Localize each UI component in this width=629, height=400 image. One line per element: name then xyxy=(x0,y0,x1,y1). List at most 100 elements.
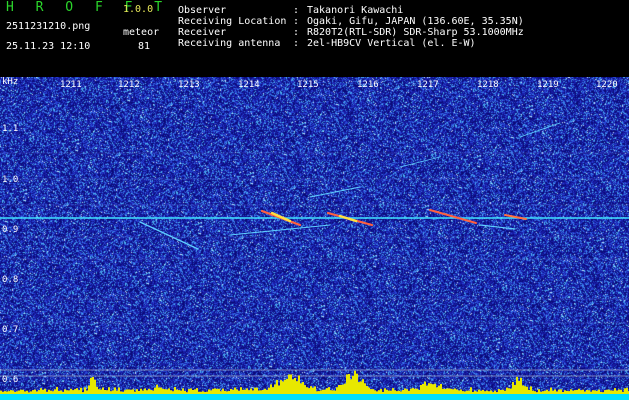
activity-bar xyxy=(616,390,618,394)
activity-bar xyxy=(164,389,166,394)
activity-bar xyxy=(416,388,418,394)
activity-bar xyxy=(138,391,140,394)
frequency-unit: kHz xyxy=(2,77,19,87)
activity-bar xyxy=(562,392,564,394)
activity-bar xyxy=(174,387,176,394)
activity-bar xyxy=(94,379,96,394)
activity-bar xyxy=(130,389,132,394)
activity-bar xyxy=(422,384,424,394)
activity-bar xyxy=(462,391,464,394)
activity-bar xyxy=(178,390,180,394)
activity-bar xyxy=(26,390,28,394)
activity-bar xyxy=(412,388,414,394)
activity-bar xyxy=(64,389,66,394)
meteor-trace xyxy=(429,209,477,224)
activity-bar xyxy=(450,388,452,394)
activity-bar xyxy=(310,386,312,394)
activity-bar xyxy=(74,389,76,394)
activity-bar xyxy=(50,390,52,394)
time-tick-label: 1217 xyxy=(417,80,439,90)
activity-bar xyxy=(532,390,534,394)
activity-bar xyxy=(242,389,244,394)
activity-bar xyxy=(374,390,376,394)
activity-bar xyxy=(262,390,264,394)
activity-bar xyxy=(612,390,614,394)
time-tick-label: 1213 xyxy=(178,80,200,90)
activity-bar xyxy=(446,388,448,394)
activity-bar xyxy=(484,391,486,394)
activity-bar xyxy=(82,392,84,394)
spectrogram-overlay xyxy=(0,122,629,400)
activity-bar xyxy=(46,391,48,394)
station-info: Observer : Takanori Kawachi Receiving Lo… xyxy=(178,5,524,49)
activity-bar xyxy=(308,388,310,394)
activity-bar xyxy=(454,388,456,394)
activity-bar xyxy=(188,388,190,394)
activity-bar xyxy=(214,388,216,394)
activity-bar xyxy=(4,391,6,394)
activity-bar xyxy=(372,389,374,394)
activity-bar xyxy=(48,389,50,394)
activity-bar xyxy=(414,388,416,394)
activity-bar xyxy=(602,392,604,394)
activity-bar xyxy=(104,390,106,394)
time-tick-label: 1220 xyxy=(596,80,618,90)
activity-bar xyxy=(376,391,378,394)
activity-bar xyxy=(580,390,582,394)
activity-bar xyxy=(566,390,568,394)
activity-bar xyxy=(118,387,120,394)
activity-bar xyxy=(624,388,626,394)
activity-bar xyxy=(548,391,550,394)
meteor-trace xyxy=(139,221,199,250)
activity-bar xyxy=(132,389,134,394)
activity-bar xyxy=(230,389,232,394)
activity-bar xyxy=(14,392,16,394)
activity-bar xyxy=(334,390,336,394)
activity-bar xyxy=(500,390,502,394)
activity-bar xyxy=(494,390,496,394)
activity-bar xyxy=(380,389,382,394)
activity-bar xyxy=(38,390,40,394)
activity-bar xyxy=(582,389,584,394)
activity-bar xyxy=(248,390,250,394)
activity-bar xyxy=(514,385,516,394)
activity-bar xyxy=(618,389,620,394)
activity-bar xyxy=(266,389,268,394)
activity-bar xyxy=(52,391,54,394)
activity-bar xyxy=(584,391,586,394)
activity-bar xyxy=(168,388,170,394)
activity-bar xyxy=(222,388,224,394)
activity-bar xyxy=(220,391,222,394)
activity-bar xyxy=(184,391,186,394)
activity-bar xyxy=(300,383,302,394)
activity-bar xyxy=(24,391,26,394)
activity-bar xyxy=(204,392,206,394)
activity-bar xyxy=(30,391,32,394)
activity-bar xyxy=(182,388,184,394)
activity-bar xyxy=(106,390,108,394)
activity-bar xyxy=(424,381,426,394)
activity-bar xyxy=(352,375,354,394)
activity-bar xyxy=(216,388,218,394)
activity-bar xyxy=(124,390,126,394)
activity-bar xyxy=(86,390,88,394)
activity-bar xyxy=(594,390,596,394)
activity-bar xyxy=(436,387,438,394)
activity-bar xyxy=(346,374,348,394)
activity-bar xyxy=(522,385,524,394)
activity-bar xyxy=(518,380,520,394)
activity-bar xyxy=(438,385,440,394)
activity-bar xyxy=(80,387,82,394)
activity-bar xyxy=(180,390,182,394)
activity-bar xyxy=(530,386,532,394)
activity-bar xyxy=(34,389,36,394)
activity-bar xyxy=(378,390,380,394)
activity-bar xyxy=(274,384,276,394)
activity-bar xyxy=(268,387,270,394)
activity-bar xyxy=(604,390,606,394)
activity-bar xyxy=(338,385,340,394)
activity-bar xyxy=(598,389,600,394)
activity-bar xyxy=(502,389,504,394)
activity-bar xyxy=(198,391,200,394)
activity-bar xyxy=(542,391,544,394)
